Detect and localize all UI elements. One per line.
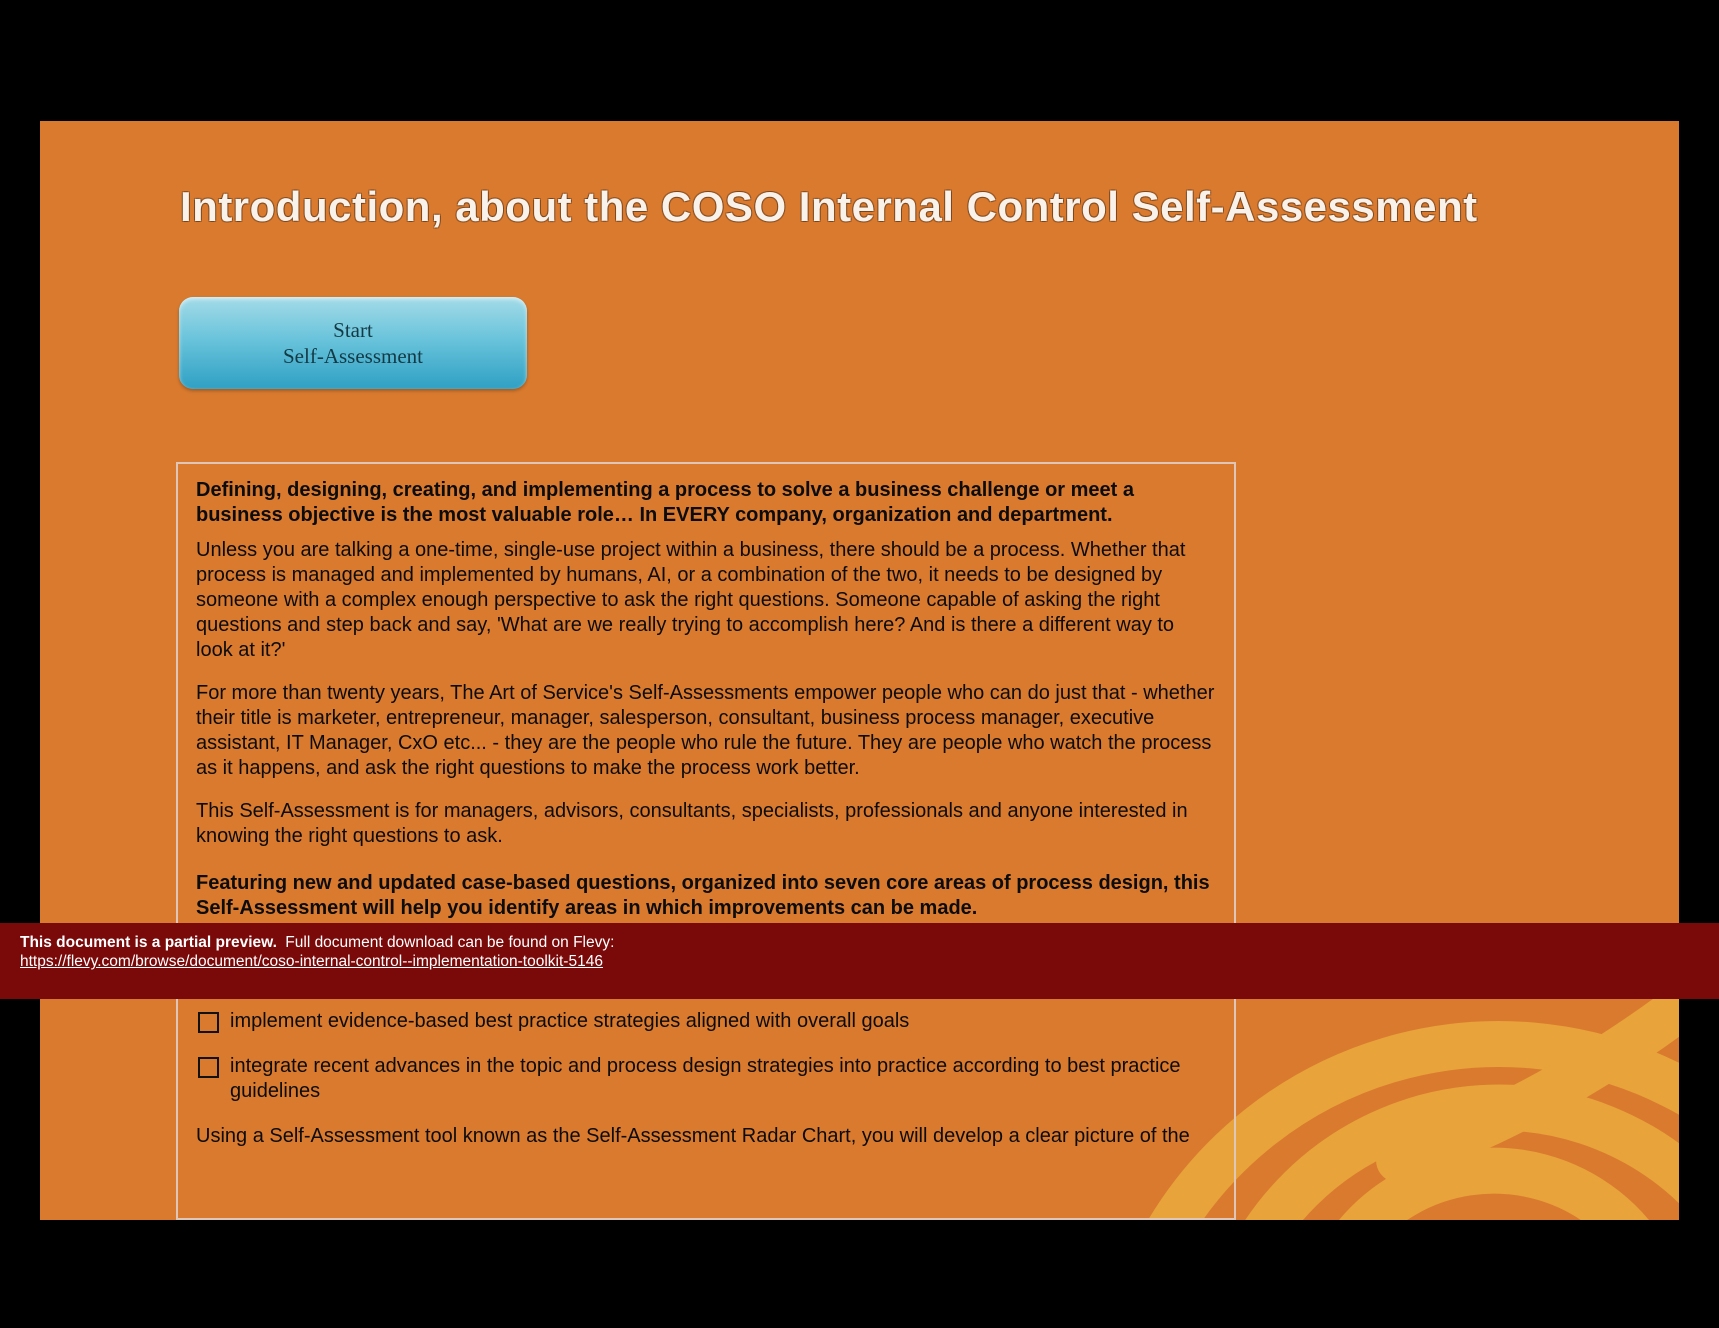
checklist-item: implement evidence-based best practice s… bbox=[196, 1009, 1216, 1034]
intro-bold: Defining, designing, creating, and imple… bbox=[196, 478, 1216, 528]
paragraph-3: This Self-Assessment is for managers, ad… bbox=[196, 799, 1216, 849]
banner-rest: Full document download can be found on F… bbox=[285, 934, 614, 951]
slide-title: Introduction, about the COSO Internal Co… bbox=[180, 184, 1580, 230]
banner-link[interactable]: https://flevy.com/browse/document/coso-i… bbox=[20, 953, 603, 970]
start-button-line1: Start bbox=[333, 317, 373, 343]
paragraph-1: Unless you are talking a one-time, singl… bbox=[196, 538, 1216, 663]
closing-paragraph: Using a Self-Assessment tool known as th… bbox=[196, 1124, 1216, 1149]
feature-bold: Featuring new and updated case-based que… bbox=[196, 871, 1216, 921]
viewport: Introduction, about the COSO Internal Co… bbox=[0, 0, 1719, 1328]
checklist-item: integrate recent advances in the topic a… bbox=[196, 1054, 1216, 1104]
start-self-assessment-button[interactable]: Start Self-Assessment bbox=[179, 297, 527, 389]
preview-banner: This document is a partial preview. Full… bbox=[0, 923, 1719, 999]
slide: Introduction, about the COSO Internal Co… bbox=[40, 121, 1679, 1220]
start-button-line2: Self-Assessment bbox=[283, 343, 423, 369]
paragraph-2: For more than twenty years, The Art of S… bbox=[196, 681, 1216, 781]
content-box: Defining, designing, creating, and imple… bbox=[176, 462, 1236, 1220]
banner-bold: This document is a partial preview. bbox=[20, 934, 277, 951]
